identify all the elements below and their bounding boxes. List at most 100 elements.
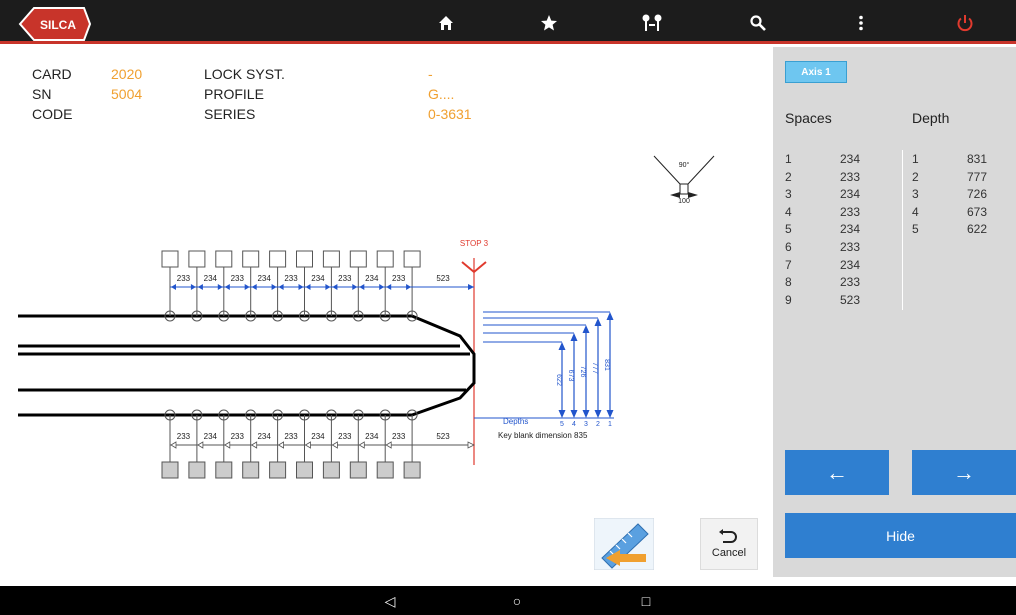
recents-icon[interactable]: □ <box>635 590 657 612</box>
bottom-spacing-value: 233 <box>338 432 352 441</box>
bottom-spacing-value: 234 <box>365 432 379 441</box>
system-nav-bar: ◁ ○ □ <box>0 586 1016 615</box>
row-index: 9 <box>785 292 792 307</box>
bottom-spacing-value: 234 <box>204 432 218 441</box>
depth-arrow-head <box>582 410 590 418</box>
row-value: 831 <box>967 152 988 166</box>
previous-button[interactable]: ← <box>785 450 889 495</box>
row-index: 4 <box>785 204 792 219</box>
row-value: 234 <box>840 222 861 237</box>
search-icon[interactable] <box>743 8 773 38</box>
top-spacing-value: 233 <box>284 274 298 283</box>
card-label: CARD <box>32 66 72 82</box>
bottom-spacing-arrow <box>385 441 392 449</box>
depth-value: 622 <box>555 374 562 386</box>
depth-arrow-head <box>570 410 578 418</box>
top-spacing-arrow <box>271 284 277 290</box>
depth-value: 673 <box>567 370 574 382</box>
top-cut-box <box>322 250 340 268</box>
table-row: 4 673 <box>912 204 997 222</box>
series-label: SERIES <box>204 106 256 122</box>
top-cut-box <box>349 250 367 268</box>
key-blade <box>18 314 476 417</box>
angle-bottom-label: 100 <box>678 198 690 205</box>
row-index: 5 <box>785 222 792 237</box>
angle-top-label: 90° <box>679 161 690 169</box>
depth-number: 2 <box>596 421 600 428</box>
top-bar: SILCA <box>0 0 1016 44</box>
stop-label: STOP 3 <box>460 239 489 248</box>
silca-logo: SILCA <box>14 4 94 44</box>
bottom-spacing-arrow <box>197 441 204 449</box>
power-icon[interactable] <box>950 8 980 38</box>
top-spacing-arrow <box>406 284 412 290</box>
top-cut-box <box>269 250 287 268</box>
table-row: 5 622 <box>912 221 997 239</box>
top-spacing-arrow <box>359 284 365 290</box>
bottom-spacing-value: 234 <box>257 432 271 441</box>
top-spacing-arrow <box>251 284 257 290</box>
top-spacing-arrow <box>217 284 223 290</box>
next-button[interactable]: → <box>912 450 1016 495</box>
bottom-spacing-arrow <box>304 441 311 449</box>
previous-label: ← <box>826 459 848 485</box>
top-spacing-value: 234 <box>311 274 325 283</box>
depth-number: 3 <box>584 421 588 428</box>
home-nav-icon[interactable]: ○ <box>506 590 528 612</box>
top-spacing-arrow <box>386 284 392 290</box>
top-spacing-value: 233 <box>231 274 245 283</box>
top-cut-box <box>188 250 206 268</box>
top-spacing-value: 234 <box>204 274 218 283</box>
bottom-spacing-value: 233 <box>231 432 245 441</box>
table-row: 1 234 <box>785 151 870 169</box>
depth-arrow-head <box>594 318 602 326</box>
lock-system-label: LOCK SYST. <box>204 66 285 82</box>
cancel-button[interactable]: Cancel <box>700 518 758 570</box>
row-index: 8 <box>785 275 792 290</box>
measure-button[interactable] <box>593 517 655 571</box>
more-icon[interactable] <box>846 8 876 38</box>
bottom-cut-box <box>215 461 233 479</box>
row-index: 2 <box>912 169 919 184</box>
row-value: 234 <box>840 187 861 202</box>
undo-icon <box>719 529 737 543</box>
bottom-cut-box <box>403 461 421 479</box>
hide-label: Hide <box>886 527 915 544</box>
table-row: 2 233 <box>785 169 870 187</box>
back-icon[interactable]: ◁ <box>379 590 401 612</box>
top-spacing-value: 234 <box>257 274 271 283</box>
bottom-cut-box <box>376 461 394 479</box>
depth-number: 4 <box>572 421 576 428</box>
depth-header: Depth <box>912 110 950 126</box>
key-cut-icon[interactable] <box>637 8 667 38</box>
row-value: 726 <box>967 187 988 202</box>
row-value: 777 <box>967 169 988 184</box>
row-index: 7 <box>785 257 792 272</box>
home-icon[interactable] <box>431 8 461 38</box>
hide-button[interactable]: Hide <box>785 513 1016 558</box>
bottom-spacing-arrow <box>358 441 365 449</box>
key-blank-dimension: Key blank dimension 835 <box>498 431 588 440</box>
top-cut-box <box>161 250 179 268</box>
next-label: → <box>953 459 975 485</box>
table-row: 6 233 <box>785 239 870 257</box>
top-spacing-arrow <box>244 284 250 290</box>
bottom-spacing-arrow <box>170 441 177 449</box>
top-spacing-value: 233 <box>177 274 191 283</box>
depth-value: 777 <box>591 362 598 374</box>
bottom-spacing-value: 233 <box>392 432 406 441</box>
top-spacing-arrow <box>379 284 385 290</box>
bottom-spacing-value: 233 <box>284 432 298 441</box>
depth-arrow-head <box>606 312 614 320</box>
top-spacing-value: 233 <box>392 274 406 283</box>
star-icon[interactable] <box>534 8 564 38</box>
top-spacing-arrow <box>325 284 331 290</box>
bottom-spacing-arrow <box>224 441 231 449</box>
depth-table: 1 831 2 777 3 726 4 673 5 622 <box>912 151 997 239</box>
axis-button[interactable]: Axis 1 <box>785 61 847 83</box>
row-index: 2 <box>785 169 792 184</box>
bottom-spacing-value: 234 <box>311 432 325 441</box>
top-cut-box <box>376 250 394 268</box>
table-row: 3 234 <box>785 186 870 204</box>
depth-value: 831 <box>603 359 610 371</box>
